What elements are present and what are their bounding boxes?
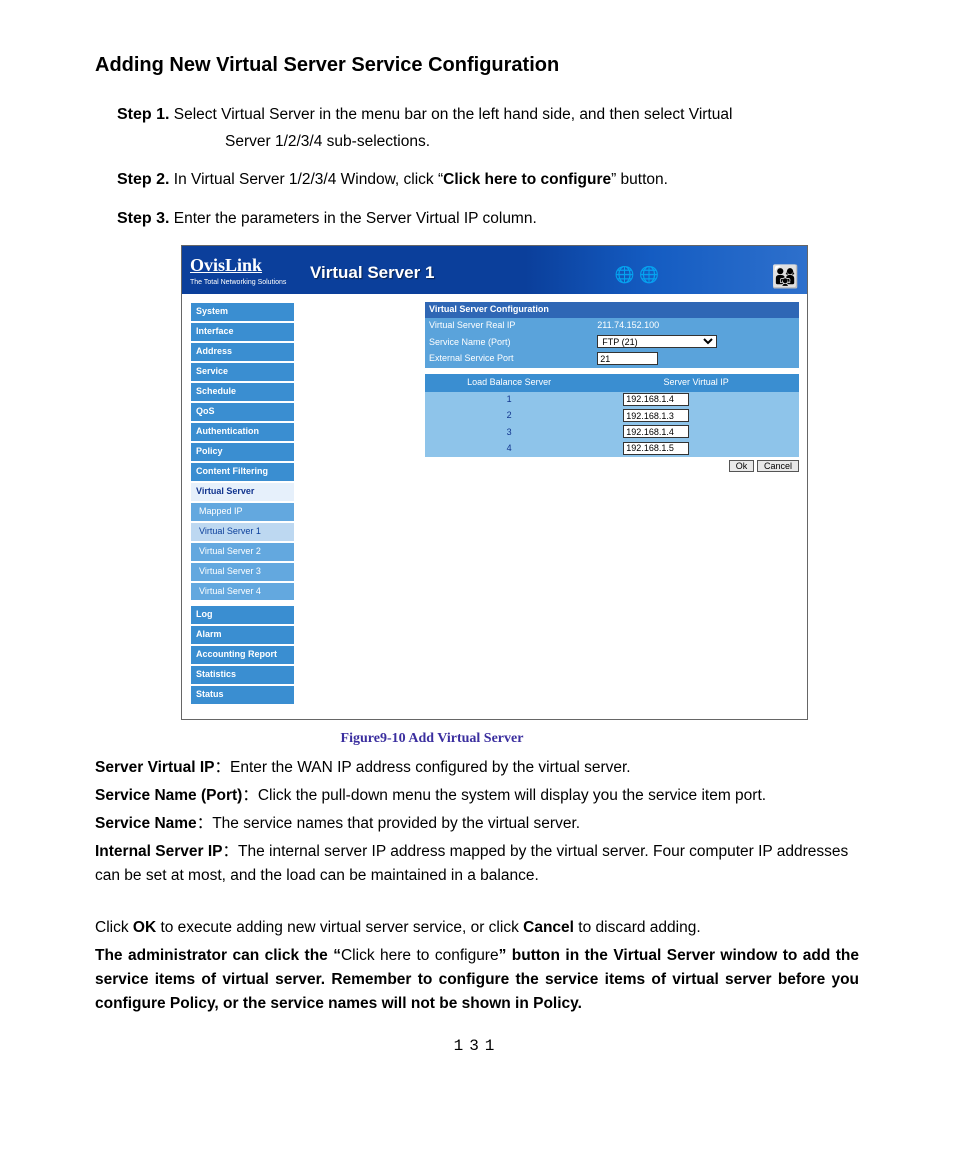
nav-authentication[interactable]: Authentication: [190, 422, 295, 442]
vip-header: Server Virtual IP: [593, 374, 799, 392]
people-image: 👨‍👩‍👧: [772, 260, 799, 294]
step-text-cont: Server 1/2/3/4 sub-selections.: [225, 130, 859, 154]
step-text: Enter the parameters in the Server Virtu…: [174, 210, 537, 227]
step-2: Step 2. In Virtual Server 1/2/3/4 Window…: [117, 168, 859, 193]
step-text-post: ” button.: [611, 171, 668, 188]
nav-virtual-server-4[interactable]: Virtual Server 4: [190, 582, 295, 602]
nav-log[interactable]: Log: [190, 605, 295, 625]
ok-button[interactable]: Ok: [729, 460, 755, 472]
real-ip-label: Virtual Server Real IP: [425, 318, 593, 334]
app-screenshot: OvisLink The Total Networking Solutions …: [181, 245, 808, 720]
step-text-bold: Click here to configure: [443, 171, 611, 188]
nav-mapped-ip[interactable]: Mapped IP: [190, 502, 295, 522]
closing-sentence: Click OK to execute adding new virtual s…: [95, 916, 859, 940]
nav-virtual-server-3[interactable]: Virtual Server 3: [190, 562, 295, 582]
cancel-button[interactable]: Cancel: [757, 460, 799, 472]
step-1: Step 1. Select Virtual Server in the men…: [117, 103, 859, 154]
step-label: Step 1.: [117, 106, 169, 123]
app-banner: OvisLink The Total Networking Solutions …: [182, 246, 807, 294]
vip-input-3[interactable]: [623, 425, 689, 438]
nav-virtual-server[interactable]: Virtual Server: [190, 482, 295, 502]
nav-qos[interactable]: QoS: [190, 402, 295, 422]
config-table: Virtual Server Configuration Virtual Ser…: [425, 302, 799, 367]
nav-virtual-server-1[interactable]: Virtual Server 1: [190, 522, 295, 542]
nav-schedule[interactable]: Schedule: [190, 382, 295, 402]
figure-caption: Figure9-10 Add Virtual Server: [5, 728, 859, 750]
lb-header: Load Balance Server: [425, 374, 593, 392]
nav-alarm[interactable]: Alarm: [190, 625, 295, 645]
lb-row-num: 1: [425, 392, 593, 408]
closing-note: The administrator can click the “Click h…: [95, 944, 859, 1016]
page-title: Adding New Virtual Server Service Config…: [95, 50, 859, 81]
ext-port-input[interactable]: [597, 352, 658, 365]
def-service-name: Service Name：The service names that prov…: [95, 812, 859, 836]
nav-virtual-server-2[interactable]: Virtual Server 2: [190, 542, 295, 562]
step-label: Step 2.: [117, 171, 169, 188]
def-internal-server-ip: Internal Server IP：The internal server I…: [95, 840, 859, 888]
nav-status[interactable]: Status: [190, 685, 295, 705]
lb-row-num: 4: [425, 441, 593, 457]
step-label: Step 3.: [117, 210, 169, 227]
step-text: Select Virtual Server in the menu bar on…: [174, 106, 733, 123]
nav-address[interactable]: Address: [190, 342, 295, 362]
nav-statistics[interactable]: Statistics: [190, 665, 295, 685]
config-header: Virtual Server Configuration: [425, 302, 799, 318]
sidebar: System Interface Address Service Schedul…: [190, 302, 295, 709]
step-3: Step 3. Enter the parameters in the Serv…: [117, 207, 859, 232]
banner-title: Virtual Server 1: [310, 260, 434, 286]
step-text-pre: In Virtual Server 1/2/3/4 Window, click …: [174, 171, 443, 188]
service-name-select[interactable]: FTP (21): [597, 335, 717, 348]
main-panel: Virtual Server Configuration Virtual Ser…: [425, 302, 799, 474]
nav-system[interactable]: System: [190, 302, 295, 322]
ext-port-label: External Service Port: [425, 351, 593, 367]
vip-input-2[interactable]: [623, 409, 689, 422]
nav-accounting-report[interactable]: Accounting Report: [190, 645, 295, 665]
vip-input-4[interactable]: [623, 442, 689, 455]
load-balance-table: Load Balance Server Server Virtual IP 1 …: [425, 374, 799, 458]
service-name-label: Service Name (Port): [425, 334, 593, 351]
globe-icon: 🌐 🌐: [615, 264, 659, 289]
def-service-name-port: Service Name (Port)：Click the pull-down …: [95, 784, 859, 808]
def-server-virtual-ip: Server Virtual IP：Enter the WAN IP addre…: [95, 756, 859, 780]
lb-row-num: 3: [425, 424, 593, 440]
brand-tagline: The Total Networking Solutions: [190, 278, 797, 289]
real-ip-value: 211.74.152.100: [593, 318, 799, 334]
vip-input-1[interactable]: [623, 393, 689, 406]
brand-logo: OvisLink: [190, 255, 262, 275]
nav-interface[interactable]: Interface: [190, 322, 295, 342]
nav-policy[interactable]: Policy: [190, 442, 295, 462]
lb-row-num: 2: [425, 408, 593, 424]
nav-content-filtering[interactable]: Content Filtering: [190, 462, 295, 482]
nav-service[interactable]: Service: [190, 362, 295, 382]
page-number: 131: [95, 1034, 859, 1059]
